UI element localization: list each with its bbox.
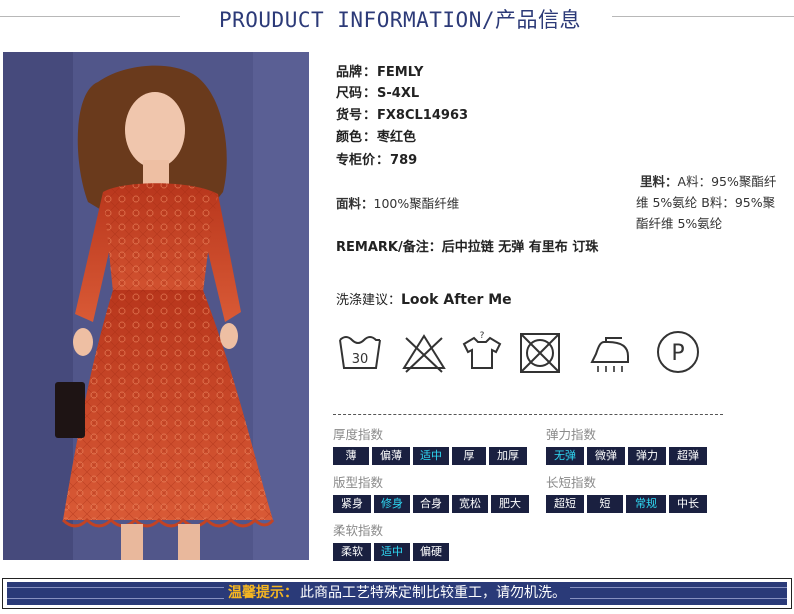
- thickness-option-selected: 适中: [413, 447, 449, 465]
- softness-index-label: 柔软指数: [333, 523, 384, 538]
- length-index-label: 长短指数: [546, 475, 597, 490]
- notice-label: 温馨提示：: [224, 585, 300, 601]
- header-rule-right: [612, 16, 794, 17]
- softness-option: 偏硬: [413, 543, 449, 561]
- lining-info: 里料：A料：95%聚酯纤维 5%氨纶 B料：95%聚酯纤维 5%氨纶: [636, 174, 777, 231]
- dry-clean-p-icon: P: [654, 328, 702, 376]
- spec-color: 颜色：枣红色: [336, 130, 417, 145]
- length-option-selected: 常规: [626, 495, 666, 513]
- section-divider: [333, 414, 723, 415]
- length-option: 短: [587, 495, 623, 513]
- length-index: 超短 短 常规 中长: [546, 495, 707, 513]
- notice: 温馨提示： 此商品工艺特殊定制比较重工，请勿机洗。: [7, 583, 787, 604]
- fit-option-selected: 修身: [374, 495, 410, 513]
- spec-sku: 货号：FX8CL14963: [336, 108, 469, 123]
- fit-index-label: 版型指数: [333, 475, 384, 490]
- spec-brand: 品牌：FEMLY: [336, 65, 424, 80]
- thickness-option: 加厚: [489, 447, 527, 465]
- no-wring-icon: ?: [458, 328, 506, 376]
- softness-index: 柔软 适中 偏硬: [333, 543, 449, 561]
- page-title: PROUDUCT INFORMATION/产品信息: [218, 8, 581, 32]
- spec-size: 尺码：S-4XL: [336, 86, 420, 101]
- thickness-index-label: 厚度指数: [333, 427, 384, 442]
- elasticity-option: 超弹: [669, 447, 707, 465]
- elasticity-index: 无弹 微弹 弹力 超弹: [546, 447, 707, 465]
- thickness-option: 厚: [452, 447, 486, 465]
- thickness-option: 偏薄: [372, 447, 410, 465]
- wash-30-icon: 30: [336, 328, 384, 376]
- softness-option-selected: 适中: [374, 543, 410, 561]
- washing-advice: 洗涤建议：Look After Me: [336, 292, 512, 308]
- thickness-option: 薄: [333, 447, 369, 465]
- remark-info: REMARK/备注：后中拉链 无弹 有里布 订珠: [336, 240, 599, 255]
- no-bleach-icon: [400, 328, 448, 376]
- fit-index: 紧身 修身 合身 宽松 肥大: [333, 495, 529, 513]
- fabric-info: 面料：100%聚酯纤维: [336, 196, 460, 211]
- fit-option: 紧身: [333, 495, 371, 513]
- fit-option: 宽松: [452, 495, 488, 513]
- length-option: 中长: [669, 495, 707, 513]
- elasticity-option: 弹力: [628, 447, 666, 465]
- elasticity-option: 微弹: [587, 447, 625, 465]
- fit-option: 合身: [413, 495, 449, 513]
- thickness-index: 薄 偏薄 适中 厚 加厚: [333, 447, 527, 465]
- header-rule-left: [0, 16, 180, 17]
- fit-option: 肥大: [491, 495, 529, 513]
- iron-low-icon: [586, 328, 634, 376]
- spec-price: 专柜价：789: [336, 153, 418, 168]
- no-tumble-dry-icon: [516, 328, 564, 376]
- product-photo: [3, 52, 309, 560]
- svg-text:?: ?: [480, 331, 485, 341]
- elasticity-option-selected: 无弹: [546, 447, 584, 465]
- softness-option: 柔软: [333, 543, 371, 561]
- notice-message: 此商品工艺特殊定制比较重工，请勿机洗。: [300, 585, 570, 601]
- svg-text:30: 30: [352, 352, 369, 367]
- length-option: 超短: [546, 495, 584, 513]
- svg-text:P: P: [671, 341, 684, 366]
- elasticity-index-label: 弹力指数: [546, 427, 597, 442]
